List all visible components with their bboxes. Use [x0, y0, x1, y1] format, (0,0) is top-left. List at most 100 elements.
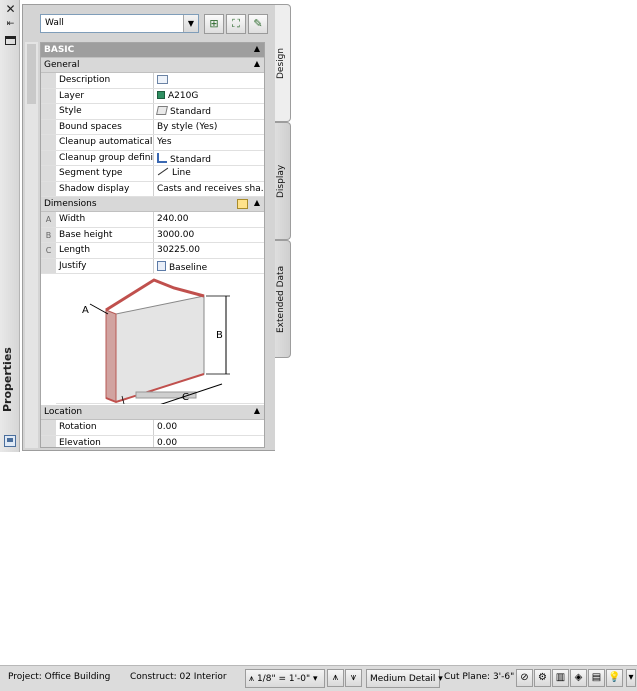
section-basic-label: BASIC — [44, 45, 75, 55]
property-row-length[interactable]: C Length 30225.00 — [41, 243, 264, 259]
isolate-objects-icon[interactable]: ◈ — [570, 669, 587, 687]
property-value[interactable]: Baseline — [155, 259, 264, 274]
property-row-width[interactable]: A Width 240.00 — [41, 212, 264, 228]
property-row-cleanup-automatically[interactable]: Cleanup automatically Yes — [41, 135, 264, 151]
dimension-key: A — [41, 212, 56, 227]
annotation-scale-button[interactable]: ⩚ 1/8" = 1'-0" ▾ — [245, 669, 325, 688]
property-label: Shadow display — [56, 181, 154, 196]
property-row-justify[interactable]: Justify Baseline — [41, 258, 264, 274]
property-value[interactable]: Standard — [155, 104, 264, 119]
property-row-shadow-display[interactable]: Shadow display Casts and receives sha... — [41, 181, 264, 197]
wall-face — [115, 295, 205, 403]
chevron-down-icon: ▾ — [313, 674, 318, 684]
property-value[interactable]: Line — [155, 166, 264, 181]
surface-hatch-icon[interactable]: ⊘ — [516, 669, 533, 687]
property-label: Justify — [56, 258, 154, 273]
project-status[interactable]: Project: Office Building — [8, 672, 110, 682]
auto-scale-icon[interactable]: ⩛ — [345, 669, 362, 687]
collapse-icon[interactable]: ▲ — [254, 406, 260, 415]
tab-design[interactable]: Design — [275, 4, 291, 122]
auto-hide-icon[interactable]: ⇤ — [4, 18, 17, 31]
quick-select-icon[interactable]: ⊞ — [204, 14, 224, 34]
section-dimensions[interactable]: Dimensions ▲ — [41, 197, 264, 212]
vertical-scrollbar[interactable] — [25, 42, 38, 448]
application-statusbar: Project: Office Building Construct: 02 I… — [0, 665, 637, 691]
property-value[interactable]: Yes — [155, 135, 264, 150]
property-label: Description — [56, 73, 154, 88]
description-icon[interactable] — [157, 75, 168, 84]
property-value[interactable]: By style (Yes) — [155, 120, 264, 135]
property-row-rotation[interactable]: Rotation 0.00 — [41, 420, 264, 436]
dimension-key: C — [41, 243, 56, 258]
property-row-bound-spaces[interactable]: Bound spaces By style (Yes) — [41, 119, 264, 135]
property-value[interactable] — [155, 73, 264, 88]
collapse-icon[interactable]: ▲ — [254, 59, 260, 68]
toggle-pickadd-icon[interactable]: ✎ — [248, 14, 268, 34]
chevron-down-icon: ▾ — [438, 674, 443, 684]
tab-design-label: Design — [276, 47, 286, 79]
property-label: Cleanup automatically — [56, 135, 154, 150]
light-bulb-icon[interactable]: 💡 — [606, 669, 623, 687]
property-value[interactable]: 240.00 — [155, 212, 264, 227]
property-row-segment-type[interactable]: Segment type Line — [41, 166, 264, 182]
cut-plane-status[interactable]: Cut Plane: 3'-6" — [444, 672, 514, 682]
dimension-a-line — [89, 303, 109, 315]
construct-status[interactable]: Construct: 02 Interior — [130, 672, 227, 682]
close-icon[interactable]: ✕ — [4, 3, 17, 16]
property-row-style[interactable]: Style Standard — [41, 104, 264, 120]
property-row-base-height[interactable]: B Base height 3000.00 — [41, 227, 264, 243]
property-row-layer[interactable]: Layer A210G — [41, 88, 264, 104]
sheet-icon[interactable]: ▤ — [588, 669, 605, 687]
property-label: Style — [56, 104, 154, 119]
palette-toolbar: Wall ▼ ⊞ ⛶ ✎ — [23, 5, 275, 41]
tab-display-label: Display — [276, 164, 286, 198]
section-basic[interactable]: BASIC ▲ — [41, 43, 264, 58]
dimension-label-a: A — [82, 305, 89, 316]
dimension-toggle-icon[interactable] — [237, 199, 248, 209]
justify-icon — [157, 260, 166, 271]
properties-menu-icon[interactable] — [4, 34, 17, 47]
property-value[interactable]: 3000.00 — [155, 228, 264, 243]
tab-display[interactable]: Display — [275, 122, 291, 240]
wall-end — [105, 309, 117, 403]
wall-dimension-diagram: A B C — [56, 274, 264, 413]
dimension-label-c: C — [182, 392, 189, 403]
object-type-value: Wall — [45, 18, 64, 28]
scrollbar-thumb[interactable] — [27, 44, 36, 104]
chevron-down-icon[interactable]: ▼ — [183, 15, 198, 32]
property-label: Base height — [56, 227, 154, 242]
property-label: Elevation — [56, 435, 154, 447]
section-general[interactable]: General ▲ — [41, 58, 264, 73]
statusbar-menu-icon[interactable]: ▾ — [626, 669, 636, 687]
property-value[interactable]: 30225.00 — [155, 243, 264, 258]
object-type-select[interactable]: Wall ▼ — [40, 14, 199, 33]
building-icon[interactable]: ▥ — [552, 669, 569, 687]
dimension-label-b: B — [216, 330, 223, 341]
property-row-elevation[interactable]: Elevation 0.00 — [41, 435, 264, 448]
section-dimensions-label: Dimensions — [44, 199, 97, 209]
property-label: Layer — [56, 88, 154, 103]
property-label: Segment type — [56, 166, 154, 181]
collapse-icon[interactable]: ▲ — [254, 198, 260, 207]
select-objects-icon[interactable]: ⛶ — [226, 14, 246, 34]
line-segment-icon — [157, 167, 169, 176]
property-row-cleanup-group[interactable]: Cleanup group defini... Standard — [41, 150, 264, 166]
property-value[interactable]: Casts and receives sha... — [155, 182, 264, 197]
property-value[interactable]: A210G — [155, 89, 264, 104]
layer-key-icon[interactable]: ⚙ — [534, 669, 551, 687]
section-location-label: Location — [44, 407, 83, 417]
property-label: Rotation — [56, 420, 154, 435]
tab-extended-data[interactable]: Extended Data — [275, 240, 291, 358]
collapse-icon[interactable]: ▲ — [254, 44, 260, 53]
property-value[interactable]: 0.00 — [155, 420, 264, 435]
property-row-description[interactable]: Description — [41, 73, 264, 89]
section-location[interactable]: Location ▲ — [41, 405, 264, 420]
display-configuration-button[interactable]: Medium Detail ▾ — [366, 669, 443, 688]
palette-settings-icon[interactable] — [4, 435, 16, 447]
cleanup-group-icon — [157, 152, 167, 163]
property-value[interactable]: 0.00 — [155, 436, 264, 448]
wall-illustration: A B C — [82, 278, 230, 413]
palette-title: Properties — [1, 347, 14, 413]
annotation-visibility-icon[interactable]: ⩚ — [327, 669, 344, 687]
property-value[interactable]: Standard — [155, 151, 264, 166]
